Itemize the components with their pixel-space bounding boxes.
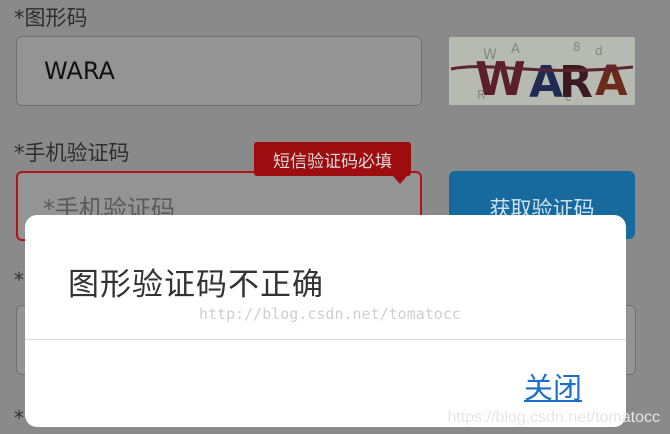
sms-required-tooltip: 短信验证码必填 (254, 142, 411, 176)
dialog-divider (25, 339, 626, 340)
sms-code-label: *手机验证码 (14, 141, 130, 165)
hidden-field-star-1: * (14, 268, 24, 292)
captcha-input[interactable]: WARA (16, 36, 422, 106)
captcha-input-value: WARA (44, 57, 115, 85)
dialog-close-button[interactable]: 关闭 (524, 365, 582, 407)
captcha-char-4: A (595, 56, 628, 105)
captcha-image[interactable]: W A 8 d R c W A R A (449, 37, 635, 105)
dialog-message: 图形验证码不正确 (68, 267, 324, 303)
center-watermark: http://blog.csdn.net/tomatocc (199, 305, 461, 323)
corner-watermark: https://blog.csdn.net/tomatocc (447, 409, 660, 426)
captcha-char-3: R (559, 57, 593, 105)
captcha-label: *图形码 (14, 6, 88, 30)
hidden-field-star-2: * (14, 406, 24, 430)
tooltip-arrow (393, 176, 407, 184)
captcha-char-1: W (475, 52, 526, 105)
captcha-char-2: A (529, 57, 563, 105)
svg-text:8: 8 (573, 40, 581, 54)
captcha-image-graphic: W A 8 d R c W A R A (449, 37, 635, 105)
